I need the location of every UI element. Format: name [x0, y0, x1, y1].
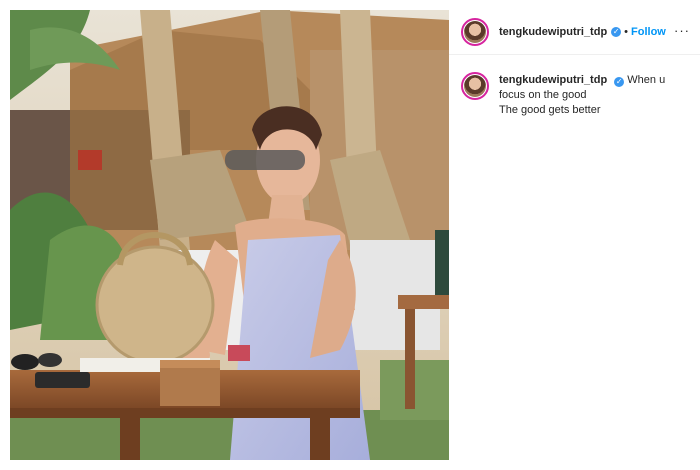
separator-dot: • [624, 26, 629, 38]
username-link[interactable]: tengkudewiputri_tdp [499, 26, 607, 38]
caption-line: The good gets better [499, 104, 601, 116]
caption-first-line: When u [627, 74, 666, 86]
caption-avatar-image [464, 75, 486, 97]
post-sidebar: tengkudewiputri_tdp ✓ • Follow ··· tengk… [449, 10, 700, 460]
caption-text: tengkudewiputri_tdp ✓ When u focus on th… [499, 73, 684, 118]
post-photo[interactable] [10, 10, 449, 460]
caption-line: focus on the good [499, 89, 587, 101]
follow-button[interactable]: Follow [631, 26, 666, 38]
post-header: tengkudewiputri_tdp ✓ • Follow ··· [449, 10, 700, 55]
caption-username-link[interactable]: tengkudewiputri_tdp [499, 74, 607, 86]
post-image [10, 10, 449, 460]
post-caption: tengkudewiputri_tdp ✓ When u focus on th… [449, 72, 700, 118]
more-options-icon[interactable]: ··· [674, 23, 690, 38]
caption-avatar[interactable] [461, 72, 489, 100]
caption-verified-badge-icon: ✓ [614, 77, 625, 87]
avatar[interactable] [461, 18, 489, 46]
verified-badge-icon: ✓ [611, 27, 622, 37]
avatar-image [464, 21, 486, 43]
